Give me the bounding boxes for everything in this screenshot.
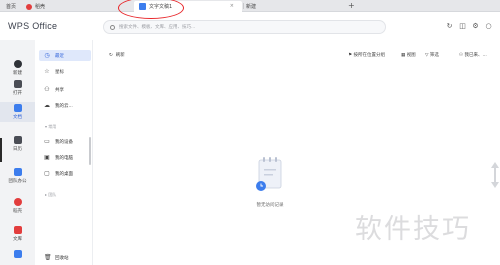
- tab-new[interactable]: 新建: [246, 1, 256, 12]
- trash-icon: 🗑: [44, 253, 52, 261]
- team-icon: [13, 168, 22, 176]
- daoke-icon: [13, 198, 22, 206]
- sync-icon[interactable]: ↻: [446, 23, 453, 30]
- desktop-icon: ▢: [44, 169, 50, 177]
- filter-button[interactable]: ▽ 筛选: [425, 52, 439, 58]
- refresh-icon: ↻: [109, 52, 113, 58]
- nav-recent-label: 最近: [55, 53, 64, 59]
- filter-label: 筛选: [429, 53, 439, 58]
- group-by-label: 按所在位置分组: [353, 53, 385, 58]
- library-icon: [13, 226, 22, 234]
- left-rail: 新建 打开 文档 日历 团队办公 稻壳 文库: [0, 40, 35, 265]
- more-app-icon: [13, 250, 22, 258]
- folder-icon: [13, 80, 22, 88]
- tab-daoke-label: 稻壳: [35, 4, 46, 10]
- view-label: 视图: [406, 53, 416, 58]
- file-nav: ◷ 最近 ☆ 星标 ⚇ 共享 ☁ 我的云... ▾ 常用 ▭ 我的设备 ▣ 我的…: [35, 40, 93, 265]
- group-common[interactable]: ▾ 常用: [45, 124, 56, 130]
- nav-shared[interactable]: ⚇ 共享: [39, 84, 91, 95]
- rail-calendar-label: 日历: [13, 147, 22, 152]
- tab-home[interactable]: 首页: [6, 1, 16, 12]
- daoke-icon: [26, 3, 32, 10]
- group-by-button[interactable]: ⚑ 按所在位置分组: [348, 52, 385, 58]
- nav-starred-label: 星标: [55, 69, 64, 75]
- rail-daoke[interactable]: 稻壳: [0, 198, 35, 214]
- group-team-label: 团队: [48, 192, 57, 197]
- empty-state-message: 暂无访问记录: [256, 203, 284, 208]
- rail-open-label: 打开: [13, 91, 22, 96]
- plus-circle-icon: [13, 60, 22, 68]
- nav-desktop[interactable]: ▢ 我的桌面: [39, 168, 91, 179]
- device-icon: ▭: [44, 137, 50, 145]
- rail-new[interactable]: 新建: [0, 60, 35, 76]
- star-icon: ☆: [44, 67, 50, 75]
- watermark: 软件技巧: [355, 214, 471, 245]
- rail-team-label: 团队办公: [8, 179, 27, 184]
- plus-icon: +: [348, 1, 355, 10]
- tab-new-label: 新建: [246, 4, 257, 10]
- rail-indicator: [0, 138, 2, 162]
- tab-home-label: 首页: [6, 4, 17, 10]
- nav-trash-label: 回收站: [55, 255, 69, 261]
- share-icon: ⚇: [44, 85, 50, 93]
- edge-scroll-handle[interactable]: [490, 160, 500, 190]
- rail-open[interactable]: 打开: [0, 80, 35, 96]
- user-menu[interactable]: ⚇ 我已来、...: [459, 52, 487, 58]
- nav-scrollbar[interactable]: [89, 137, 91, 165]
- nav-cloud-label: 我的云...: [55, 103, 73, 109]
- nav-computer-label: 我的电脑: [55, 155, 73, 161]
- clock-icon: ◷: [44, 51, 50, 59]
- user-icon[interactable]: ○: [485, 23, 492, 30]
- group-common-label: 常用: [48, 124, 57, 129]
- calendar-icon: [13, 136, 22, 144]
- nav-starred[interactable]: ☆ 星标: [39, 66, 91, 77]
- nav-device[interactable]: ▭ 我的设备: [39, 136, 91, 147]
- nav-recent[interactable]: ◷ 最近: [39, 50, 91, 61]
- close-icon[interactable]: ×: [230, 3, 234, 9]
- search-placeholder: 搜索文件、模板、文库、应用、技巧...: [119, 25, 196, 30]
- rail-daoke-label: 稻壳: [13, 209, 22, 214]
- nav-trash[interactable]: 🗑 回收站: [39, 252, 91, 263]
- rail-library[interactable]: 文库: [0, 226, 35, 242]
- settings-icon[interactable]: ⚙: [472, 23, 479, 30]
- tab-divider: [243, 3, 244, 9]
- document-icon: [13, 104, 22, 112]
- search-input[interactable]: 搜索文件、模板、文库、应用、技巧...: [103, 20, 386, 34]
- rail-library-label: 文库: [13, 237, 22, 242]
- group-team[interactable]: ▸ 团队: [45, 192, 56, 198]
- nav-cloud[interactable]: ☁ 我的云...: [39, 100, 91, 111]
- rail-more[interactable]: [0, 250, 35, 260]
- user-label: 我已来、...: [464, 53, 487, 58]
- rail-new-label: 新建: [13, 71, 22, 76]
- nav-computer[interactable]: ▣ 我的电脑: [39, 152, 91, 163]
- rail-team[interactable]: 团队办公: [0, 168, 35, 184]
- rail-documents[interactable]: 文档: [0, 102, 35, 122]
- search-icon: [110, 24, 115, 30]
- computer-icon: ▣: [44, 153, 50, 161]
- rail-documents-label: 文档: [13, 115, 22, 120]
- nav-desktop-label: 我的桌面: [55, 171, 73, 177]
- highlight-annotation: [118, 0, 184, 19]
- empty-state-illustration: [256, 157, 282, 191]
- header-actions: ↻ ◫ ⚙ ○: [446, 23, 492, 30]
- nav-shared-label: 共享: [55, 87, 64, 93]
- rail-calendar[interactable]: 日历: [0, 136, 35, 152]
- skin-icon[interactable]: ◫: [459, 23, 466, 30]
- add-tab-button[interactable]: +: [348, 0, 355, 11]
- app-logo: WPS Office: [8, 21, 58, 31]
- refresh-button[interactable]: ↻ 刷新: [109, 52, 125, 59]
- view-button[interactable]: ▦ 视图: [401, 52, 416, 58]
- refresh-label: 刷新: [115, 53, 125, 58]
- nav-device-label: 我的设备: [55, 139, 73, 145]
- tab-daoke[interactable]: 稻壳: [26, 1, 45, 12]
- tab-bar: 首页 稻壳 文字文稿1 × 新建 +: [0, 0, 500, 12]
- cloud-icon: ☁: [44, 101, 50, 109]
